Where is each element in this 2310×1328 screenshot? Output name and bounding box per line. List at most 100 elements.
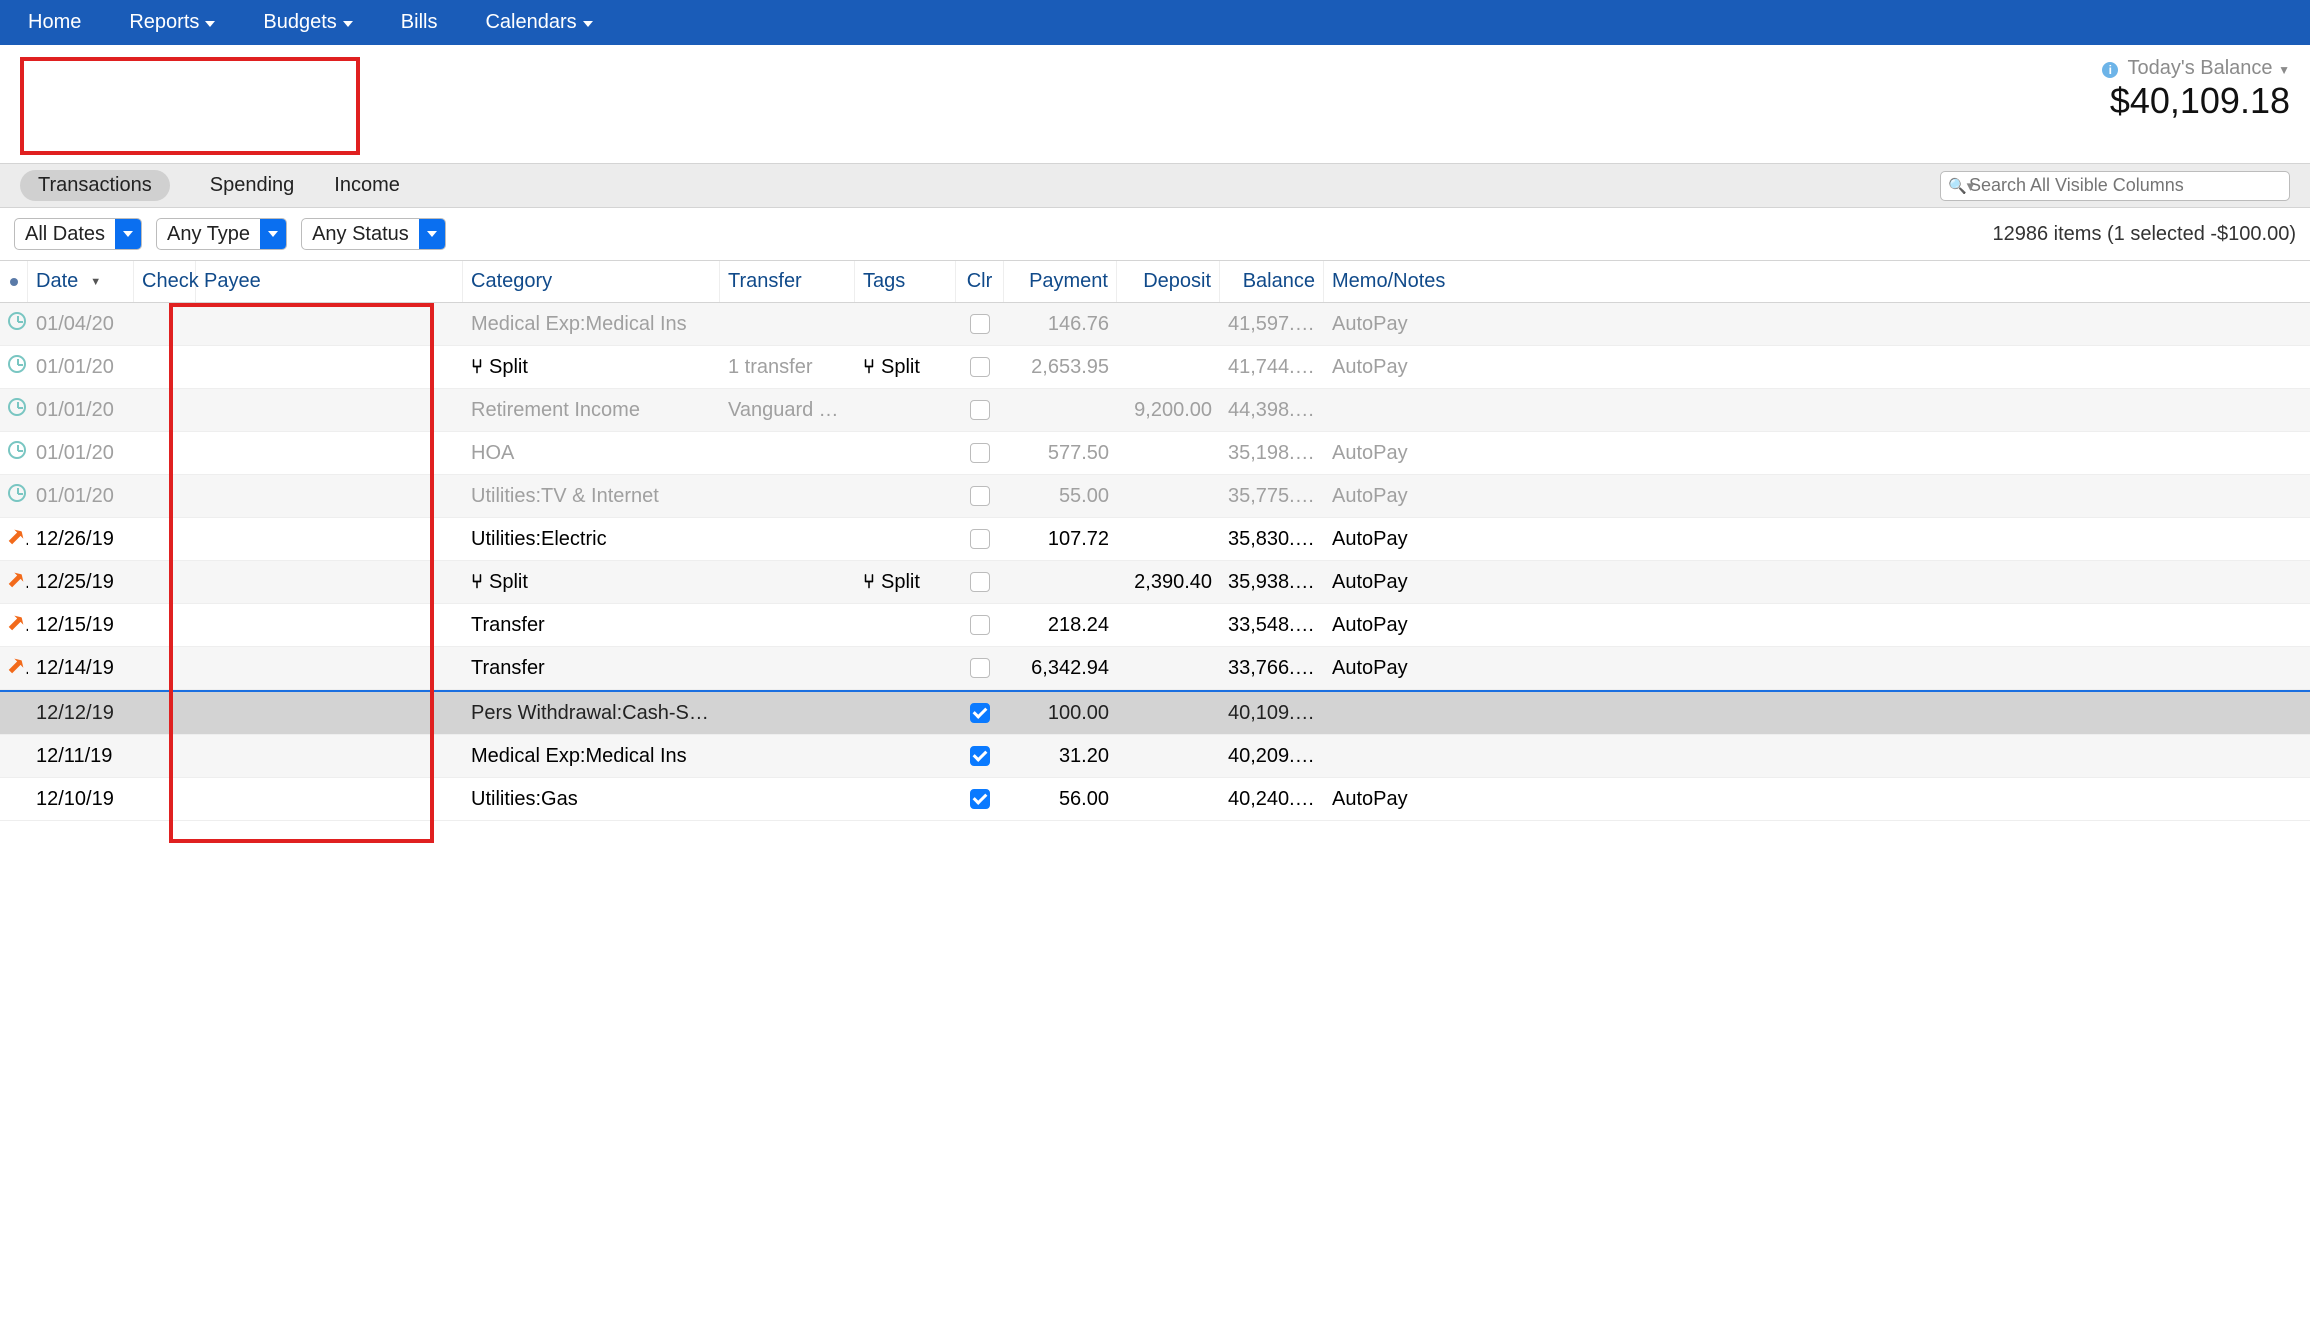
view-tabs: Transactions Spending Income 🔍▾	[0, 163, 2310, 208]
cell-clr[interactable]	[956, 703, 1004, 723]
cell-date: 01/01/20	[28, 399, 134, 422]
cell-balance: 33,766.24	[1220, 657, 1324, 680]
table-row[interactable]: 01/01/20Utilities:TV & Internet55.0035,7…	[0, 475, 2310, 518]
filter-type[interactable]: Any Type	[156, 218, 287, 250]
cell-date: 12/11/19	[28, 745, 134, 768]
col-status[interactable]	[0, 261, 28, 302]
split-icon: ⑂	[471, 571, 483, 594]
cell-clr[interactable]	[956, 658, 1004, 678]
table-row[interactable]: 12/12/19Pers Withdrawal:Cash-Susan100.00…	[0, 692, 2310, 735]
cell-date: 12/25/19	[28, 571, 134, 594]
col-category[interactable]: Category	[463, 261, 720, 302]
table-row[interactable]: 01/01/20Retirement IncomeVanguard Trust9…	[0, 389, 2310, 432]
checkbox[interactable]	[970, 400, 990, 420]
nav-bills[interactable]: Bills	[401, 11, 438, 34]
checkbox[interactable]	[970, 746, 990, 766]
col-transfer[interactable]: Transfer	[720, 261, 855, 302]
table-row[interactable]: 12/25/19⑂Split⑂Split2,390.4035,938.40Aut…	[0, 561, 2310, 604]
cell-date: 01/01/20	[28, 356, 134, 379]
checkbox[interactable]	[970, 615, 990, 635]
col-payee[interactable]: Payee	[196, 261, 463, 302]
pencil-icon	[5, 528, 28, 548]
items-status: 12986 items (1 selected -$100.00)	[1992, 223, 2296, 246]
clock-icon	[8, 484, 26, 502]
checkbox[interactable]	[970, 703, 990, 723]
balance-label[interactable]: i Today's Balance ▼	[2102, 57, 2290, 80]
cell-category: Utilities:Electric	[463, 528, 720, 551]
col-balance[interactable]: Balance	[1220, 261, 1324, 302]
col-tags[interactable]: Tags	[855, 261, 956, 302]
cell-category: Transfer	[463, 614, 720, 637]
table-row[interactable]: 01/01/20⑂Split1 transfer⑂Split2,653.9541…	[0, 346, 2310, 389]
col-date[interactable]: Date▼	[28, 261, 134, 302]
cell-clr[interactable]	[956, 529, 1004, 549]
col-clr[interactable]: Clr	[956, 261, 1004, 302]
cell-status	[0, 398, 28, 422]
checkbox[interactable]	[970, 789, 990, 809]
clock-icon	[8, 312, 26, 330]
table-row[interactable]: 12/14/19Transfer6,342.9433,766.24AutoPay	[0, 647, 2310, 690]
cell-clr[interactable]	[956, 789, 1004, 809]
cell-category: Transfer	[463, 657, 720, 680]
cell-status	[0, 441, 28, 465]
cell-memo: AutoPay	[1324, 442, 2310, 465]
caret-down-icon	[205, 21, 215, 27]
table-row[interactable]: 01/04/20Medical Exp:Medical Ins146.7641,…	[0, 303, 2310, 346]
cell-clr[interactable]	[956, 746, 1004, 766]
cell-payment: 56.00	[1004, 788, 1117, 811]
checkbox[interactable]	[970, 314, 990, 334]
clock-icon	[8, 355, 26, 373]
cell-date: 01/01/20	[28, 485, 134, 508]
dropdown-icon	[419, 218, 445, 250]
cell-clr[interactable]	[956, 615, 1004, 635]
cell-clr[interactable]	[956, 314, 1004, 334]
col-memo[interactable]: Memo/Notes	[1324, 261, 2310, 302]
info-icon: i	[2102, 62, 2118, 78]
cell-clr[interactable]	[956, 572, 1004, 592]
clock-icon	[8, 441, 26, 459]
cell-date: 12/15/19	[28, 614, 134, 637]
cell-clr[interactable]	[956, 400, 1004, 420]
tab-income[interactable]: Income	[334, 174, 400, 197]
checkbox[interactable]	[970, 486, 990, 506]
search-input[interactable]	[1940, 171, 2290, 201]
cell-payment: 2,653.95	[1004, 356, 1117, 379]
checkbox[interactable]	[970, 658, 990, 678]
col-check[interactable]: Check	[134, 261, 196, 302]
tab-transactions[interactable]: Transactions	[20, 170, 170, 201]
cell-date: 12/10/19	[28, 788, 134, 811]
checkbox[interactable]	[970, 529, 990, 549]
cell-balance: 35,198.18	[1220, 442, 1324, 465]
filter-dates[interactable]: All Dates	[14, 218, 142, 250]
checkbox[interactable]	[970, 357, 990, 377]
filter-status[interactable]: Any Status	[301, 218, 446, 250]
cell-date: 12/26/19	[28, 528, 134, 551]
nav-home[interactable]: Home	[28, 11, 81, 34]
nav-budgets[interactable]: Budgets	[263, 11, 352, 34]
nav-reports[interactable]: Reports	[129, 11, 215, 34]
table-row[interactable]: 01/01/20HOA577.5035,198.18AutoPay	[0, 432, 2310, 475]
account-header: i Today's Balance ▼ $40,109.18	[0, 45, 2310, 163]
cell-clr[interactable]	[956, 443, 1004, 463]
cell-status	[0, 571, 28, 594]
col-deposit[interactable]: Deposit	[1117, 261, 1220, 302]
cell-transfer: Vanguard Trust	[720, 399, 855, 422]
cell-payment: 577.50	[1004, 442, 1117, 465]
col-payment[interactable]: Payment	[1004, 261, 1117, 302]
main-navbar: Home Reports Budgets Bills Calendars	[0, 0, 2310, 45]
cell-category: Medical Exp:Medical Ins	[463, 313, 720, 336]
tab-spending[interactable]: Spending	[210, 174, 295, 197]
table-row[interactable]: 12/26/19Utilities:Electric107.7235,830.6…	[0, 518, 2310, 561]
cell-clr[interactable]	[956, 486, 1004, 506]
checkbox[interactable]	[970, 443, 990, 463]
cell-status	[0, 657, 28, 680]
table-row[interactable]: 12/10/19Utilities:Gas56.0040,240.38AutoP…	[0, 778, 2310, 821]
table-row[interactable]: 12/11/19Medical Exp:Medical Ins31.2040,2…	[0, 735, 2310, 778]
cell-clr[interactable]	[956, 357, 1004, 377]
checkbox[interactable]	[970, 572, 990, 592]
transactions-table: Date▼ Check Payee Category Transfer Tags…	[0, 261, 2310, 821]
table-row[interactable]: 12/15/19Transfer218.2433,548.00AutoPay	[0, 604, 2310, 647]
cell-balance: 33,548.00	[1220, 614, 1324, 637]
cell-status	[0, 355, 28, 379]
nav-calendars[interactable]: Calendars	[485, 11, 592, 34]
